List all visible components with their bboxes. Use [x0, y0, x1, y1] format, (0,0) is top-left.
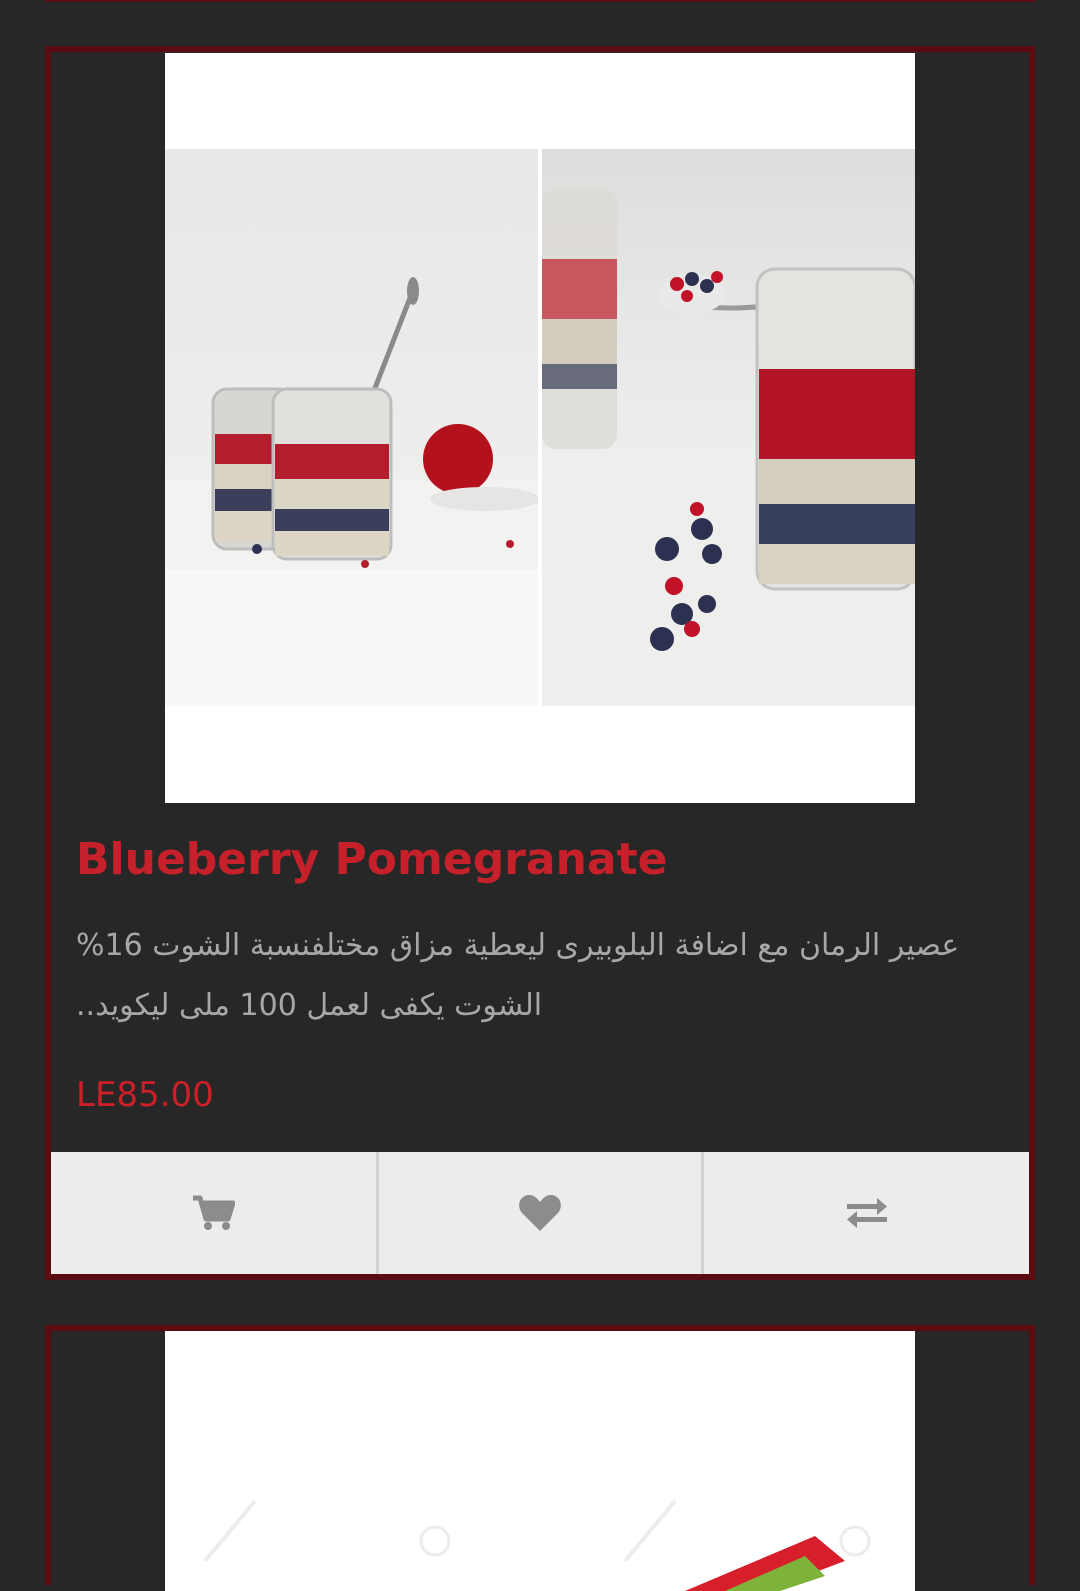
jars-illustration-left	[165, 277, 538, 706]
product-description: عصير الرمان مع اضافة البلوبيرى ليعطية مز…	[76, 928, 960, 1023]
next-product-card	[45, 1325, 1035, 1591]
product-price: LE85.00	[76, 1075, 214, 1115]
jars-illustration-right	[542, 189, 915, 706]
product-action-bar	[51, 1152, 1029, 1274]
cart-icon	[192, 1195, 235, 1230]
compare-button[interactable]	[704, 1152, 1029, 1274]
product-card: Blueberry Pomegranate عصير الرمان مع اضا…	[45, 46, 1035, 1280]
exchange-icon	[846, 1198, 887, 1228]
product-photo-left	[165, 149, 538, 706]
next-product-image[interactable]	[165, 1331, 915, 1591]
product-photo-right	[542, 149, 915, 706]
add-to-wishlist-button[interactable]	[379, 1152, 704, 1274]
product-title[interactable]: Blueberry Pomegranate	[76, 832, 667, 888]
previous-card-edge	[45, 0, 1035, 2]
next-product-illustration	[165, 1331, 915, 1591]
heart-icon	[519, 1195, 561, 1231]
add-to-cart-button[interactable]	[51, 1152, 379, 1274]
product-image[interactable]	[165, 53, 915, 803]
